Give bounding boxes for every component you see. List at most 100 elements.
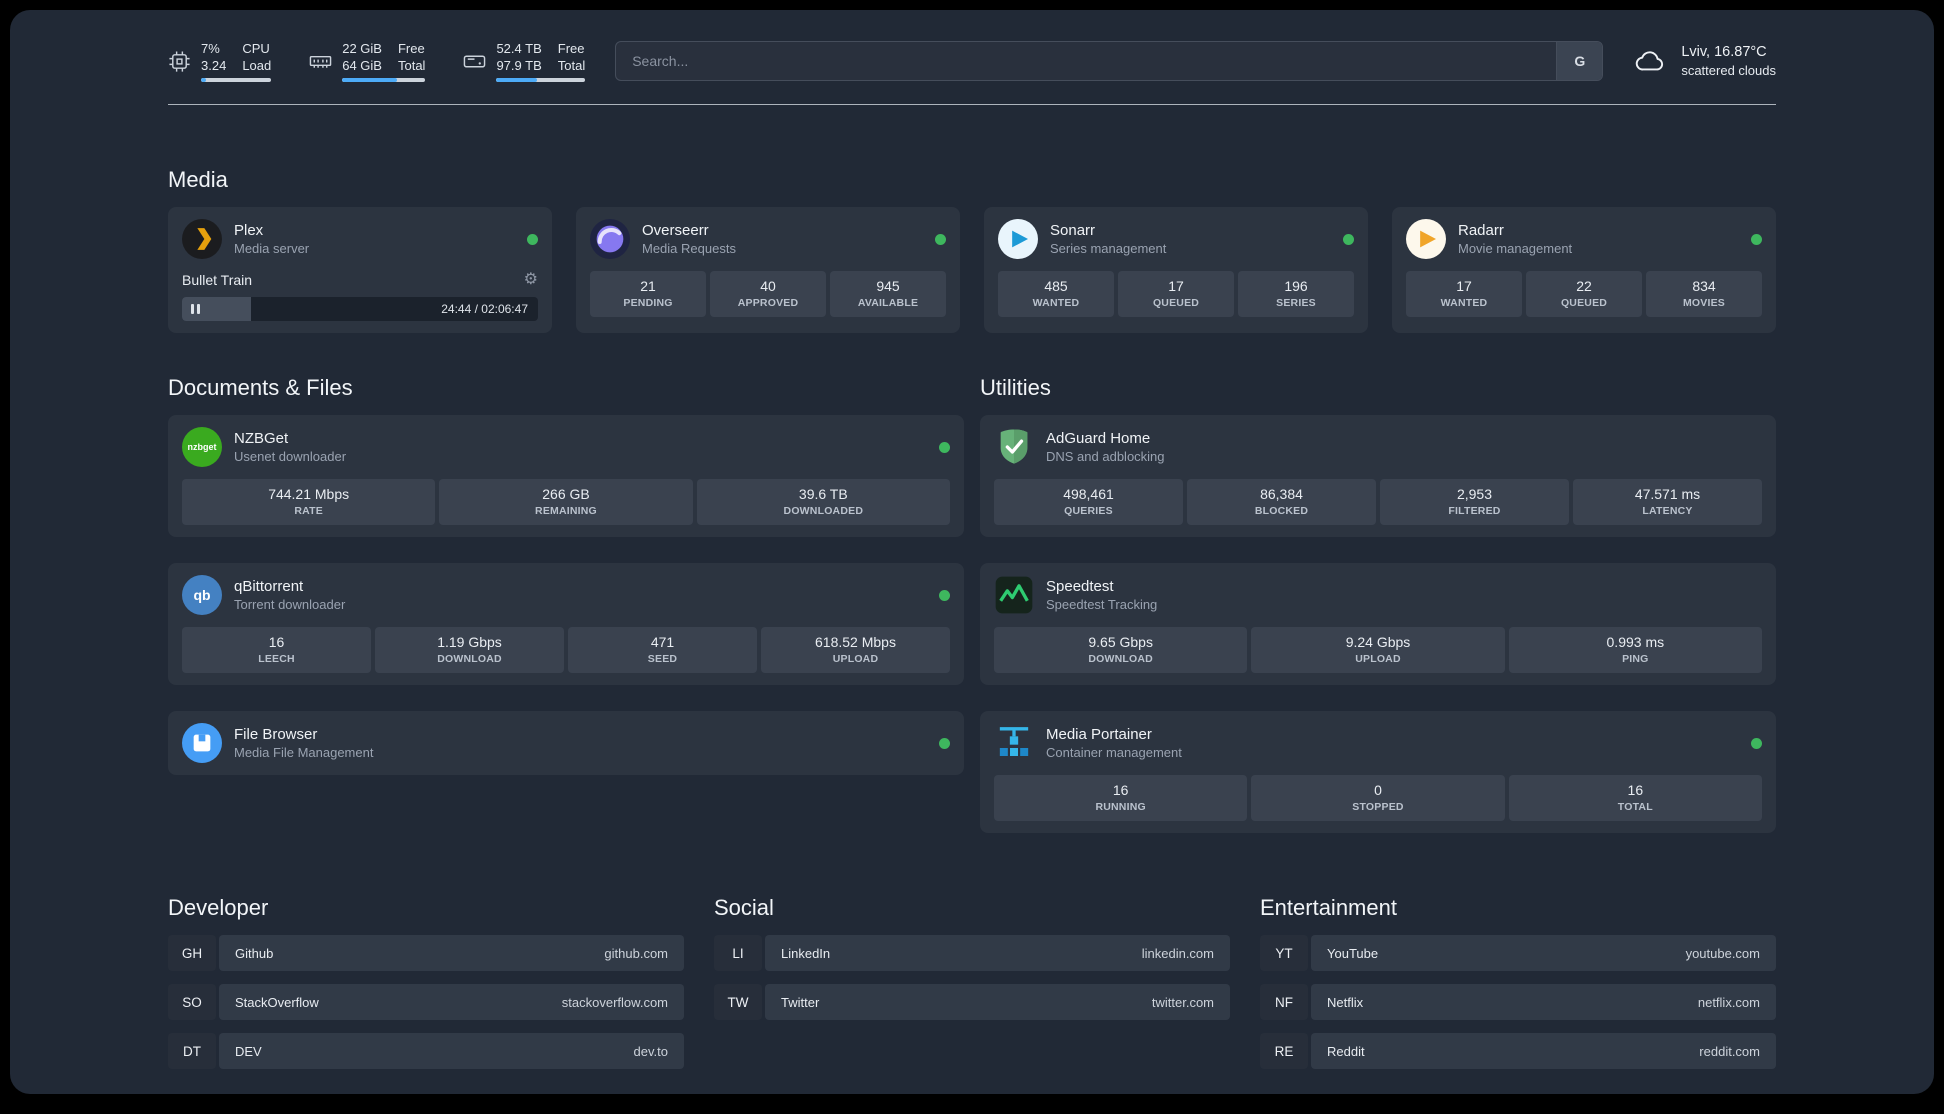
app-card-filebrowser[interactable]: File Browser Media File Management <box>168 711 964 776</box>
app-card-sonarr[interactable]: Sonarr Series management 485 WANTED 17 Q… <box>984 207 1368 334</box>
bookmark-name: Twitter <box>781 994 820 1010</box>
pause-button[interactable] <box>182 304 209 315</box>
bookmark-abbr: RE <box>1260 1033 1308 1070</box>
disk-free-label: Free <box>557 41 585 56</box>
disk-free-value: 52.4 TB <box>496 41 542 56</box>
bookmark-url: dev.to <box>633 1043 668 1059</box>
app-name: File Browser <box>234 726 318 744</box>
app-card-adguard[interactable]: AdGuard Home DNS and adblocking 498,461 … <box>980 415 1776 538</box>
stat-stopped: 0 STOPPED <box>1251 775 1505 822</box>
weather-widget[interactable]: Lviv, 16.87°C scattered clouds <box>1633 44 1776 78</box>
stat-blocked: 86,384 BLOCKED <box>1187 479 1376 526</box>
app-name: Sonarr <box>1050 222 1096 240</box>
app-name: NZBGet <box>234 430 289 448</box>
app-name: Speedtest <box>1046 578 1114 596</box>
app-name: Overseerr <box>642 222 709 240</box>
topbar-divider <box>168 104 1776 106</box>
bookmark-dev[interactable]: DT DEV dev.to <box>168 1033 684 1070</box>
speedtest-icon <box>994 575 1034 615</box>
stat-series: 196 SERIES <box>1238 271 1354 318</box>
bookmark-stackoverflow[interactable]: SO StackOverflow stackoverflow.com <box>168 984 684 1021</box>
plex-icon <box>182 219 222 260</box>
stat-latency: 47.571 ms LATENCY <box>1573 479 1762 526</box>
bookmark-abbr: SO <box>168 984 216 1021</box>
bookmark-linkedin[interactable]: LI LinkedIn linkedin.com <box>714 935 1230 972</box>
bookmark-group-social: Social LI LinkedIn linkedin.com TW Twitt… <box>714 895 1230 1069</box>
cpu-label: CPU <box>242 41 270 56</box>
app-desc: Torrent downloader <box>234 597 346 613</box>
app-card-overseerr[interactable]: Overseerr Media Requests 21 PENDING 40 A… <box>576 207 960 334</box>
bookmark-netflix[interactable]: NF Netflix netflix.com <box>1260 984 1776 1021</box>
status-dot <box>1343 233 1354 245</box>
status-dot <box>1751 737 1762 749</box>
app-desc: Media server <box>234 241 310 257</box>
app-card-plex[interactable]: Plex Media server Bullet Train ⚙ 24:44 /… <box>168 207 552 334</box>
bookmark-url: linkedin.com <box>1141 945 1214 961</box>
bookmark-twitter[interactable]: TW Twitter twitter.com <box>714 984 1230 1021</box>
cpu-load-value: 3.24 <box>201 58 227 74</box>
search-engine-button[interactable]: G <box>1556 42 1603 81</box>
app-card-qbittorrent[interactable]: qb qBittorrent Torrent downloader 16 LEE… <box>168 563 964 686</box>
section-title-social: Social <box>714 895 774 921</box>
bookmark-name: StackOverflow <box>235 994 319 1010</box>
app-card-portainer[interactable]: Media Portainer Container management 16 … <box>980 711 1776 834</box>
app-name: AdGuard Home <box>1046 430 1151 448</box>
status-dot <box>527 233 538 245</box>
app-card-radarr[interactable]: Radarr Movie management 17 WANTED 22 QUE… <box>1392 207 1776 334</box>
ram-total-label: Total <box>397 58 426 74</box>
stat-queued: 22 QUEUED <box>1526 271 1642 318</box>
cpu-percent: 7% <box>201 41 220 56</box>
bookmark-url: netflix.com <box>1697 994 1760 1010</box>
status-dot <box>935 233 946 245</box>
app-desc: Media Requests <box>642 241 736 257</box>
ram-metric-body: 22 GiB 64 GiB Free Total <box>342 40 426 83</box>
stat-available: 945 AVAILABLE <box>830 271 946 318</box>
ram-usage-bar <box>342 78 426 83</box>
app-desc: Usenet downloader <box>234 449 347 465</box>
portainer-icon <box>994 723 1034 763</box>
section-title-developer: Developer <box>168 895 269 921</box>
app-card-nzbget[interactable]: nzbget NZBGet Usenet downloader 744.21 M… <box>168 415 964 538</box>
stat-upload: 618.52 Mbps UPLOAD <box>761 627 950 674</box>
section-utilities: Utilities AdGuard Home DNS and adblockin… <box>980 375 1776 834</box>
gear-icon[interactable]: ⚙ <box>524 272 538 288</box>
section-title-media: Media <box>168 167 228 193</box>
stat-running: 16 RUNNING <box>994 775 1248 822</box>
overseerr-icon <box>590 219 630 260</box>
bookmark-name: DEV <box>235 1043 262 1059</box>
bookmark-url: stackoverflow.com <box>561 994 668 1010</box>
bookmark-name: Github <box>235 945 274 961</box>
stat-downloaded: 39.6 TB DOWNLOADED <box>696 479 950 526</box>
stat-rate: 744.21 Mbps RATE <box>182 479 436 526</box>
status-dot <box>939 589 950 601</box>
stat-queued: 17 QUEUED <box>1118 271 1234 318</box>
app-card-speedtest[interactable]: Speedtest Speedtest Tracking 9.65 Gbps D… <box>980 563 1776 686</box>
stat-movies: 834 MOVIES <box>1646 271 1762 318</box>
bookmark-youtube[interactable]: YT YouTube youtube.com <box>1260 935 1776 972</box>
search-input[interactable] <box>616 42 1557 81</box>
cpu-icon <box>168 50 191 73</box>
playback-time: 24:44 / 02:06:47 <box>441 302 528 317</box>
bookmark-group-entertainment: Entertainment YT YouTube youtube.com NF … <box>1260 895 1776 1070</box>
now-playing-title: Bullet Train <box>182 272 253 289</box>
stat-seed: 471 SEED <box>568 627 757 674</box>
stat-ping: 0.993 ms PING <box>1508 627 1762 674</box>
search-bar[interactable]: G <box>615 41 1604 82</box>
stat-download: 9.65 Gbps DOWNLOAD <box>994 627 1248 674</box>
bookmark-name: Netflix <box>1327 994 1364 1010</box>
bookmark-url: youtube.com <box>1685 945 1760 961</box>
disk-usage-fill <box>496 78 538 83</box>
playback-progress-bar[interactable]: 24:44 / 02:06:47 <box>182 297 538 322</box>
app-desc: Container management <box>1046 745 1182 761</box>
status-dot <box>939 737 950 749</box>
ram-icon <box>309 50 332 73</box>
app-name: Radarr <box>1458 222 1504 240</box>
section-title-entertainment: Entertainment <box>1260 895 1397 921</box>
bookmark-github[interactable]: GH Github github.com <box>168 935 684 972</box>
dashboard: 7% 3.24 CPU Load 22 GiB 64 GiB Free Tota… <box>10 10 1934 1094</box>
stat-upload: 9.24 Gbps UPLOAD <box>1251 627 1505 674</box>
radarr-icon <box>1406 219 1446 260</box>
bookmark-name: Reddit <box>1327 1043 1365 1059</box>
bookmark-reddit[interactable]: RE Reddit reddit.com <box>1260 1033 1776 1070</box>
stat-remaining: 266 GB REMAINING <box>439 479 693 526</box>
